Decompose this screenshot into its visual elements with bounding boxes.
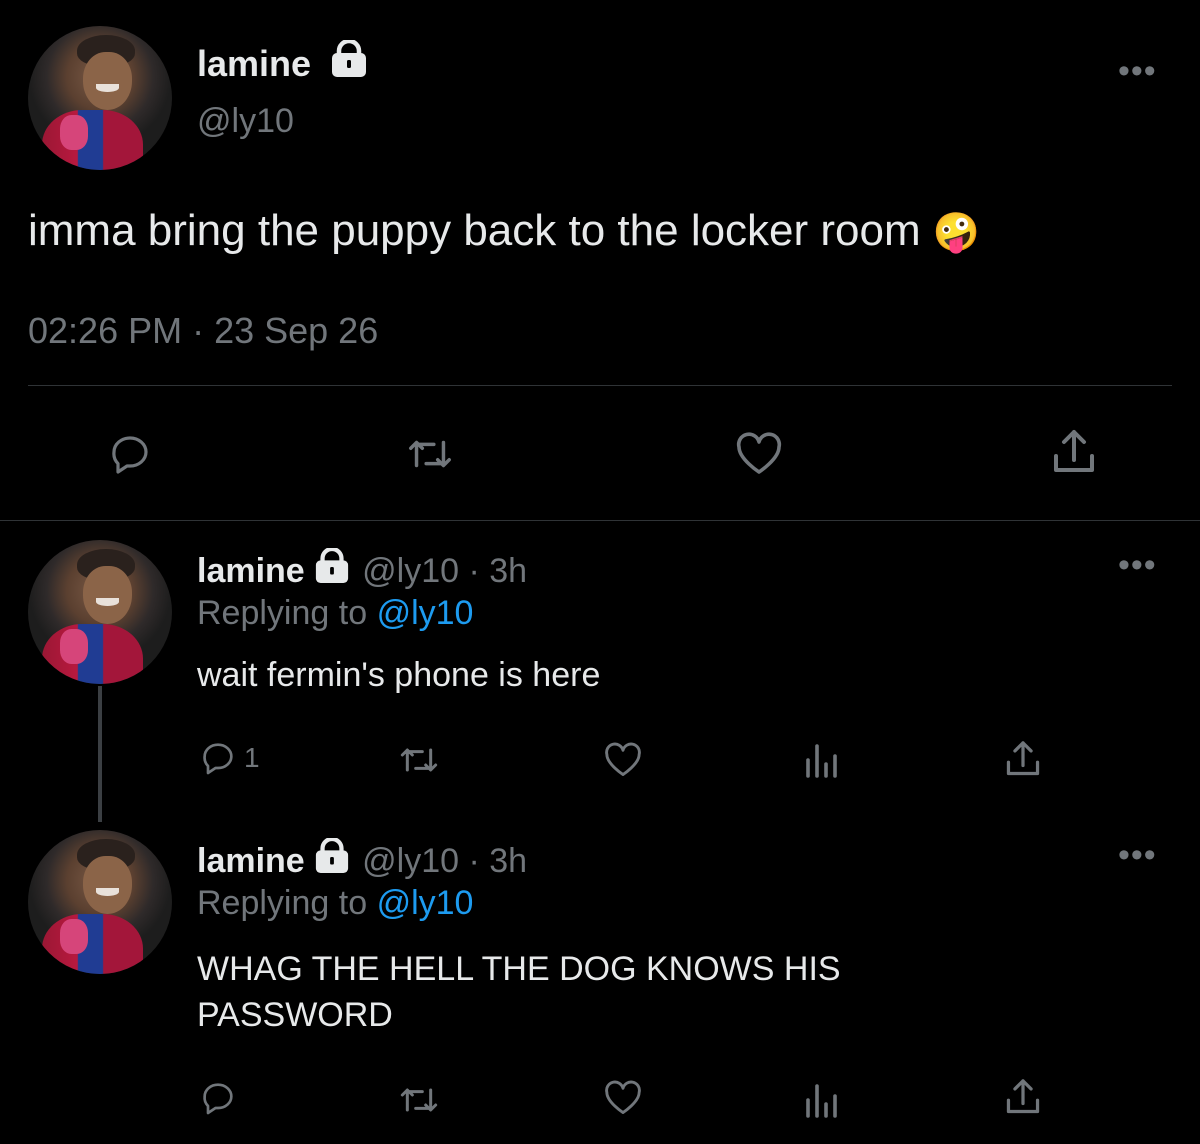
- share-icon[interactable]: [1002, 738, 1044, 780]
- more-icon[interactable]: •••: [1118, 54, 1157, 88]
- reply-text: wait fermin's phone is here: [197, 656, 601, 694]
- reply-header: lamine @ly10 · 3h: [197, 836, 527, 883]
- reply-icon: [198, 738, 238, 778]
- replying-to: Replying to @ly10: [197, 594, 474, 632]
- share-icon[interactable]: [1048, 426, 1100, 478]
- retweet-icon[interactable]: [405, 430, 455, 478]
- retweet-icon[interactable]: [397, 740, 441, 780]
- heart-icon[interactable]: [602, 1078, 644, 1118]
- heart-icon[interactable]: [733, 430, 785, 478]
- mention-link[interactable]: @ly10: [377, 884, 474, 922]
- tweet-timestamp[interactable]: 02:26 PM · 23 Sep 26: [28, 310, 378, 352]
- reply-button[interactable]: 1: [198, 738, 260, 778]
- lock-icon: [311, 546, 353, 593]
- avatar[interactable]: [28, 830, 172, 974]
- display-name[interactable]: lamine: [197, 38, 371, 87]
- lock-icon: [327, 38, 371, 87]
- more-icon[interactable]: •••: [1118, 838, 1157, 872]
- avatar[interactable]: [28, 540, 172, 684]
- user-handle[interactable]: @ly10: [197, 102, 294, 141]
- divider: [0, 520, 1200, 521]
- avatar[interactable]: [28, 26, 172, 170]
- mention-link[interactable]: @ly10: [377, 594, 474, 632]
- reply-header: lamine @ly10 · 3h: [197, 546, 527, 593]
- handle-time[interactable]: @ly10 · 3h: [362, 552, 527, 590]
- replying-to: Replying to @ly10: [197, 884, 474, 922]
- heart-icon[interactable]: [602, 740, 644, 780]
- analytics-icon[interactable]: [802, 742, 842, 778]
- reply-text: WHAG THE HELL THE DOG KNOWS HIS PASSWORD: [197, 950, 841, 1034]
- retweet-icon[interactable]: [397, 1080, 441, 1120]
- reply-count: 1: [244, 742, 260, 773]
- lock-icon: [311, 836, 353, 883]
- thread-line: [98, 686, 102, 822]
- analytics-icon[interactable]: [802, 1082, 842, 1118]
- reply-icon[interactable]: [106, 430, 154, 478]
- handle-time[interactable]: @ly10 · 3h: [362, 842, 527, 880]
- display-name[interactable]: lamine: [197, 552, 305, 590]
- share-icon[interactable]: [1002, 1076, 1044, 1118]
- divider: [28, 385, 1172, 386]
- reply-icon[interactable]: [198, 1078, 238, 1118]
- tweet-text: imma bring the puppy back to the locker …: [28, 206, 981, 255]
- display-name[interactable]: lamine: [197, 842, 305, 880]
- zany-face-emoji: 🤪: [932, 212, 981, 254]
- more-icon[interactable]: •••: [1118, 548, 1157, 582]
